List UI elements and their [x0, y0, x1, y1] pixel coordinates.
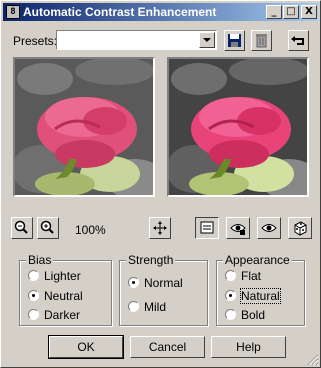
zoom-in-button[interactable] — [37, 217, 59, 239]
radio-label: Mild — [144, 300, 167, 314]
presets-label: Presets: — [13, 34, 58, 48]
strength-normal-radio[interactable]: Normal — [128, 276, 183, 292]
window-title: Automatic Contrast Enhancement — [23, 5, 217, 19]
appearance-title: Appearance — [223, 253, 292, 267]
resize-grip[interactable] — [306, 353, 319, 366]
radio-dot — [128, 301, 139, 312]
delete-preset-button[interactable] — [251, 30, 272, 51]
radio-dot — [28, 309, 39, 320]
pan-icon — [153, 221, 167, 235]
radio-label: Darker — [44, 308, 81, 322]
proof-button[interactable] — [226, 217, 250, 239]
reset-icon — [291, 36, 304, 45]
delete-preset-icon — [256, 34, 267, 48]
title-bar[interactable]: 8 Automatic Contrast Enhancement _ □ X — [3, 3, 318, 21]
ok-button[interactable]: OK — [48, 335, 124, 359]
appearance-group: Appearance Flat Natural Bold — [216, 253, 305, 326]
pan-button[interactable] — [149, 217, 171, 239]
radio-dot — [225, 270, 236, 281]
bias-neutral-radio[interactable]: Neutral — [28, 289, 83, 305]
dialog-window: 8 Automatic Contrast Enhancement _ □ X P… — [0, 0, 321, 368]
radio-label: Neutral — [44, 289, 83, 303]
rose-photo-after — [169, 59, 307, 195]
cancel-button[interactable]: Cancel — [130, 336, 205, 358]
help-button[interactable]: Help — [211, 336, 286, 358]
radio-dot-selected — [225, 290, 236, 301]
radio-label: Bold — [241, 308, 266, 322]
radio-dot-selected — [28, 290, 39, 301]
close-button[interactable]: X — [301, 5, 317, 19]
proof-icon — [230, 224, 246, 235]
minimize-button[interactable]: _ — [266, 5, 282, 19]
save-preset-icon — [228, 34, 241, 47]
radio-label: Natural — [240, 288, 281, 304]
bias-darker-radio[interactable]: Darker — [28, 308, 80, 324]
strength-mild-radio[interactable]: Mild — [128, 300, 166, 316]
save-preset-button[interactable] — [224, 30, 245, 51]
strength-title: Strength — [126, 253, 176, 267]
zoom-out-button[interactable] — [11, 217, 33, 239]
zoom-level: 100% — [75, 223, 106, 237]
rose-photo-before — [15, 59, 153, 195]
bias-group: Bias Lighter Neutral Darker — [19, 253, 112, 326]
radio-label: Lighter — [44, 269, 81, 283]
reset-button[interactable] — [288, 30, 309, 51]
auto-proof-icon — [261, 224, 277, 232]
radio-label: Flat — [241, 269, 262, 283]
preview-toggle-icon — [200, 221, 214, 234]
appearance-natural-radio[interactable]: Natural — [225, 288, 281, 305]
appearance-bold-radio[interactable]: Bold — [225, 308, 265, 324]
radio-dot-selected — [128, 277, 139, 288]
radio-dot — [28, 270, 39, 281]
zoom-in-icon — [40, 220, 54, 234]
appearance-flat-radio[interactable]: Flat — [225, 269, 261, 285]
preview-toggle-button[interactable] — [195, 217, 219, 239]
radio-label: Normal — [144, 276, 183, 290]
auto-proof-button[interactable] — [257, 217, 281, 239]
bias-lighter-radio[interactable]: Lighter — [28, 269, 81, 285]
app-icon[interactable]: 8 — [6, 5, 20, 19]
strength-group: Strength Normal Mild — [119, 253, 208, 326]
after-preview[interactable] — [167, 57, 309, 197]
zoom-out-icon — [14, 220, 28, 234]
presets-dropdown[interactable] — [56, 30, 217, 50]
randomize-button[interactable] — [288, 217, 312, 239]
before-preview[interactable] — [13, 57, 155, 197]
radio-dot — [225, 309, 236, 320]
chevron-down-icon — [203, 38, 211, 42]
bias-title: Bias — [26, 253, 54, 267]
maximize-button[interactable]: □ — [283, 5, 299, 19]
presets-dropdown-arrow[interactable] — [199, 32, 215, 48]
randomize-icon — [294, 221, 307, 236]
